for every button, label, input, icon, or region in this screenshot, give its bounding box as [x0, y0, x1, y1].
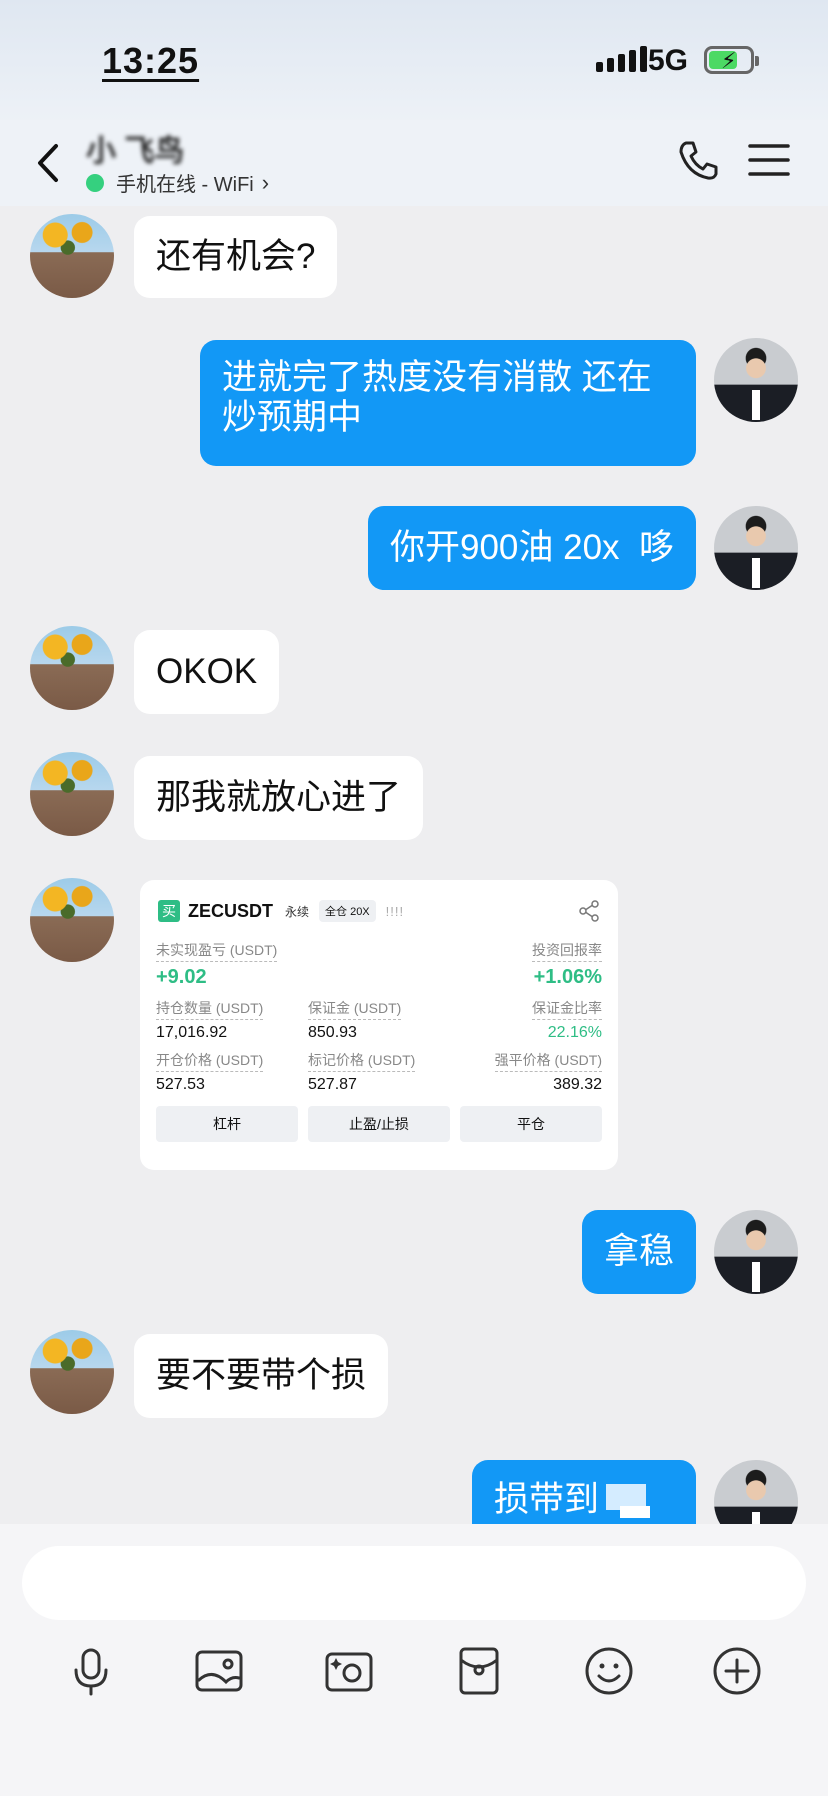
- red-packet-icon[interactable]: [452, 1644, 506, 1698]
- signal-icon: [596, 46, 647, 72]
- contact-avatar[interactable]: [30, 1330, 114, 1414]
- message-bubble-received[interactable]: OKOK: [134, 630, 280, 714]
- message-bubble-sent[interactable]: 进就完了热度没有消散 还在炒预期中: [200, 340, 696, 466]
- microphone-icon[interactable]: [64, 1644, 118, 1698]
- message-text: 要不要带个损: [156, 1356, 367, 1395]
- contact-avatar[interactable]: [30, 626, 114, 710]
- emoji-icon[interactable]: [582, 1644, 636, 1698]
- message-input[interactable]: [22, 1546, 806, 1620]
- menu-icon[interactable]: [748, 142, 790, 178]
- tp-sl-button: 止盈/止损: [308, 1106, 450, 1142]
- online-status[interactable]: 手机在线 - WiFi ›: [86, 168, 269, 197]
- contact-name[interactable]: 小 飞鸟: [86, 126, 184, 170]
- message-text: OKOK: [156, 652, 258, 691]
- online-dot-icon: [86, 173, 104, 192]
- message-bubble-received[interactable]: 那我就放心进了: [134, 756, 424, 840]
- unrealized-pnl: 未实现盈亏 (USDT) +9.02: [156, 942, 278, 988]
- buy-badge: 买: [158, 900, 180, 922]
- network-type: 5G: [648, 44, 689, 77]
- message-text: 你开900油 20x 哆: [390, 528, 674, 567]
- contact-avatar[interactable]: [30, 878, 114, 962]
- message-text: 还有机会?: [156, 237, 316, 276]
- mark-price: 标记价格 (USDT) 527.87: [308, 1052, 416, 1093]
- close-position-button: 平仓: [460, 1106, 602, 1142]
- position-quantity: 持仓数量 (USDT) 17,016.92: [156, 1000, 264, 1041]
- chat-header: 小 飞鸟 手机在线 - WiFi ›: [0, 120, 828, 206]
- chat-messages[interactable]: 还有机会? 进就完了热度没有消散 还在炒预期中 你开900油 20x 哆 OKO…: [0, 206, 828, 1524]
- message-bubble-received[interactable]: 还有机会?: [134, 216, 338, 298]
- message-bubble-sent[interactable]: 损带到: [472, 1460, 696, 1524]
- message-bubble-received[interactable]: 要不要带个损: [134, 1334, 389, 1418]
- phone-call-icon[interactable]: [676, 138, 720, 182]
- share-icon: [579, 900, 599, 922]
- contact-avatar[interactable]: [30, 214, 114, 298]
- my-avatar[interactable]: [714, 1210, 798, 1294]
- leverage-bars: !!!!: [385, 903, 405, 919]
- entry-price: 开仓价格 (USDT) 527.53: [156, 1052, 264, 1093]
- chevron-right-icon: ›: [261, 169, 270, 195]
- my-avatar[interactable]: [714, 1460, 798, 1524]
- my-avatar[interactable]: [714, 506, 798, 590]
- message-text: 拿稳: [603, 1232, 674, 1271]
- back-arrow-icon[interactable]: [30, 140, 70, 186]
- message-text: 损带到: [494, 1480, 600, 1519]
- status-time: 13:25: [102, 40, 200, 81]
- contract-type: 永续: [285, 904, 310, 919]
- margin-ratio: 保证金比率 22.16%: [532, 1000, 602, 1041]
- liquidation-price: 强平价格 (USDT) 389.32: [494, 1052, 602, 1093]
- image-message-trade-card[interactable]: 买 ZECUSDT 永续 全仓 20X !!!! 未实现盈亏 (USDT) +9…: [140, 880, 618, 1170]
- margin: 保证金 (USDT) 850.93: [308, 1000, 402, 1041]
- trade-symbol: ZECUSDT: [188, 900, 273, 921]
- my-avatar[interactable]: [714, 338, 798, 422]
- status-bar: 13:25 5G ⚡: [0, 0, 828, 130]
- contact-avatar[interactable]: [30, 752, 114, 836]
- message-bubble-sent[interactable]: 你开900油 20x 哆: [368, 506, 696, 590]
- roi: 投资回报率 +1.06%: [532, 942, 602, 988]
- input-bar: [0, 1524, 828, 1796]
- online-status-text: 手机在线 - WiFi: [116, 174, 254, 196]
- leverage-button: 杠杆: [156, 1106, 298, 1142]
- message-text: 那我就放心进了: [156, 778, 402, 817]
- message-bubble-sent[interactable]: 拿稳: [581, 1210, 696, 1294]
- margin-mode: 全仓 20X: [319, 900, 376, 922]
- battery-icon: ⚡: [704, 46, 759, 74]
- pixelated-redaction: [620, 1506, 650, 1518]
- image-icon[interactable]: [192, 1644, 246, 1698]
- message-text: 进就完了热度没有消散 还在炒预期中: [222, 358, 652, 437]
- camera-icon[interactable]: [322, 1644, 376, 1698]
- plus-icon[interactable]: [710, 1644, 764, 1698]
